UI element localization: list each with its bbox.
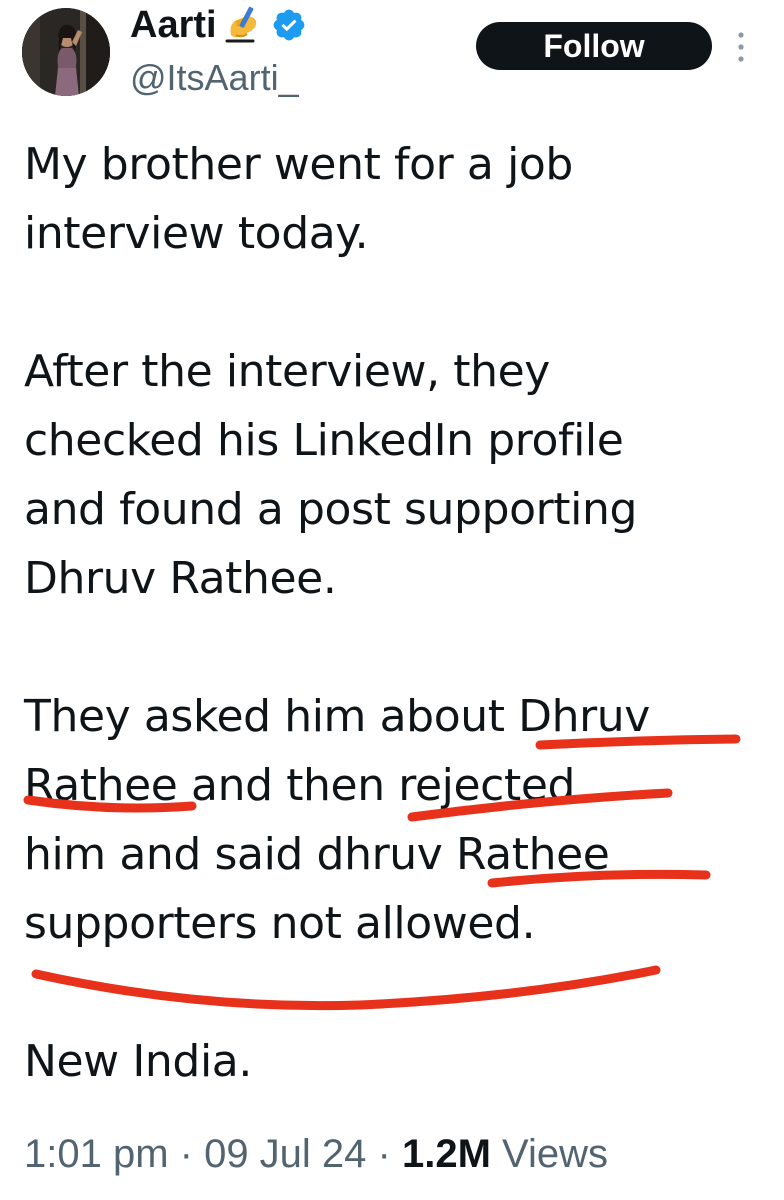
tweet-line: After the interview, they <box>24 346 550 397</box>
tweet-line: New India. <box>24 1036 252 1087</box>
meta-separator: · <box>168 1132 205 1176</box>
author-handle[interactable]: @ItsAarti_ <box>130 56 299 100</box>
writing-hand-icon <box>223 5 261 45</box>
tweet-line: My brother went for a job <box>24 139 573 190</box>
views-count: 1.2M <box>401 1132 491 1176</box>
tweet-line: Dhruv Rathee. <box>24 553 337 604</box>
tweet-date[interactable]: 09 Jul 24 <box>204 1132 366 1176</box>
tweet-line: him and said dhruv Rathee <box>24 829 610 880</box>
more-vertical-icon[interactable] <box>734 30 748 64</box>
tweet-meta: 1:01 pm · 09 Jul 24 · 1.2M Views <box>24 1128 608 1180</box>
avatar[interactable] <box>22 8 110 96</box>
tweet-paragraph: New India. <box>24 1027 764 1096</box>
tweet-line: and found a post supporting <box>24 484 637 535</box>
tweet-line: Rathee and then rejected <box>24 760 576 811</box>
tweet-line: checked his LinkedIn profile <box>24 415 624 466</box>
avatar-photo <box>22 8 110 96</box>
tweet-paragraph: My brother went for a job interview toda… <box>24 130 764 268</box>
tweet-line: supporters not allowed. <box>24 898 536 949</box>
author-name-row[interactable]: Aarti <box>130 2 307 48</box>
follow-button[interactable]: Follow <box>476 22 712 70</box>
tweet-line: interview today. <box>24 208 369 259</box>
meta-separator: · <box>366 1132 402 1176</box>
display-name[interactable]: Aarti <box>130 2 217 48</box>
tweet-paragraph: They asked him about Dhruv Rathee and th… <box>24 682 764 958</box>
tweet-paragraph: After the interview, they checked his Li… <box>24 337 764 613</box>
tweet-line: They asked him about Dhruv <box>24 691 650 742</box>
views-label: Views <box>490 1132 608 1176</box>
verified-badge-icon <box>271 7 307 43</box>
tweet-screenshot: Aarti @ItsAarti_ Follow My brother went <box>0 0 784 1200</box>
tweet-time[interactable]: 1:01 pm <box>24 1132 169 1176</box>
tweet-text: My brother went for a job interview toda… <box>24 130 764 1096</box>
